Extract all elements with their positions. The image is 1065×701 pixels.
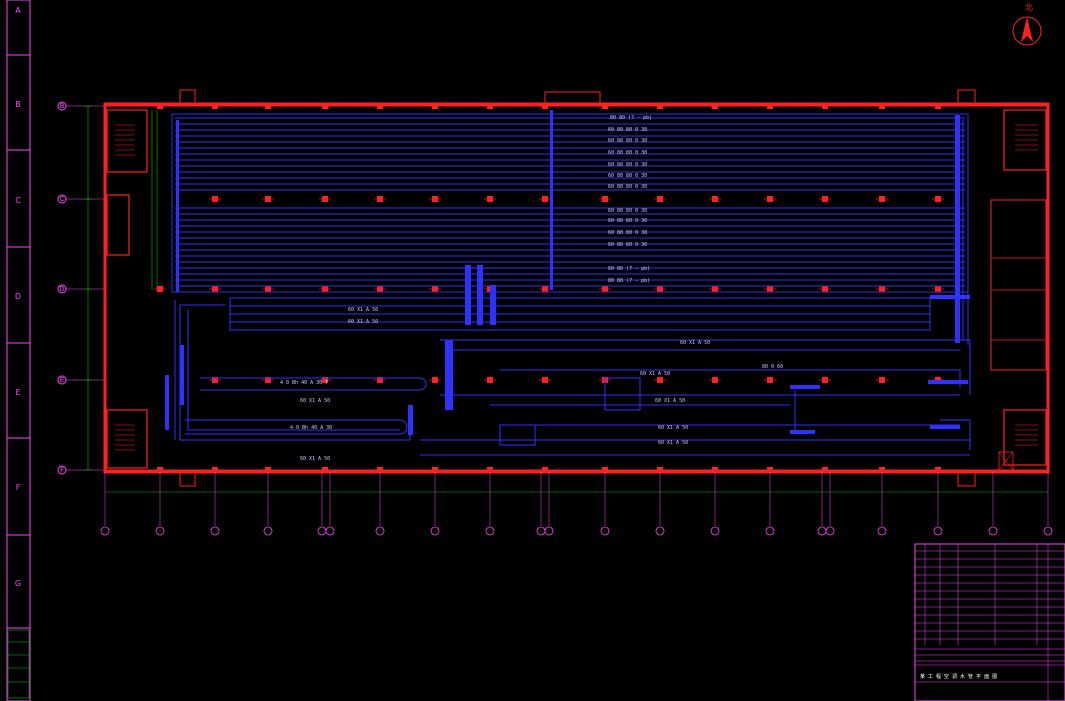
column-axis-bubble [933, 526, 943, 536]
column-axis-bubble [536, 526, 546, 536]
pipe-label: 60 80 80 0 30 [608, 242, 647, 248]
cad-drawing-canvas[interactable]: A B C D E F G 北 B C D E F 80 80 (7 - pb)… [0, 0, 1065, 701]
pipe-label: 60 X1 A 50 [300, 456, 330, 462]
pipe-label: 60 80 80 0 30 [608, 162, 647, 168]
row-letter-d: D [15, 292, 21, 301]
pipe-label: 60 80 80 0 30 [608, 184, 647, 190]
column-axis-bubble [263, 526, 273, 536]
column-axis-bubble [210, 526, 220, 536]
column-axis-bubble [1043, 526, 1053, 536]
column-axis-bubble [375, 526, 385, 536]
column-axis-bubble [817, 526, 827, 536]
column-axis-bubbles [100, 472, 1053, 536]
axis-b: B [60, 102, 65, 110]
axis-c: C [60, 195, 65, 203]
pipe-label: 60 X1 A 50 [348, 319, 378, 325]
pipe-label: 60 80 80 0 30 [608, 173, 647, 179]
pipe-label: 80 0 60 [762, 364, 783, 370]
row-index-strip: A B C D E F G [6, 0, 31, 701]
pipe-label: 4 0 Bh 40 A 30 T [280, 380, 328, 386]
pipe-label: 60 80 80 0 30 [608, 127, 647, 133]
pipe-label: 60 X1 A 50 [655, 398, 685, 404]
drawing-title: 某 工 程 空 调 水 管 平 面 图 [920, 673, 997, 680]
column-axis-bubble [485, 526, 495, 536]
pipe-label: 60 X1 A 50 [348, 307, 378, 313]
axis-e: E [60, 376, 64, 384]
column-axis-bubble [710, 526, 720, 536]
pipe-labels-upper: 80 80 (7 - pb) 60 80 80 0 30 60 80 80 0 … [608, 115, 652, 284]
pipe-label: 60 80 (7 - pb) [608, 266, 650, 272]
pipe-label: 80 80 (7 - pb) [610, 115, 652, 121]
pipe-label: 60 X1 A 50 [680, 340, 710, 346]
row-axis-bubbles: B C D E F [57, 101, 105, 475]
pipe-label: 60 X1 A 50 [640, 371, 670, 377]
pipe-label: 60 80 80 0 30 [608, 138, 647, 144]
title-block: 某 工 程 空 调 水 管 平 面 图 [914, 543, 1065, 701]
pipe-bank-upper [171, 113, 969, 293]
row-letter-a: A [15, 6, 21, 15]
pipe-fittings [165, 110, 970, 435]
column-axis-bubble [155, 526, 165, 536]
axis-f: F [60, 466, 64, 474]
column-axis-bubble [988, 526, 998, 536]
column-axis-bubble [765, 526, 775, 536]
column-axis-bubble [430, 526, 440, 536]
pipe-bank-lower [174, 120, 971, 456]
pipe-labels-middle: 60 X1 A 50 60 X1 A 50 60 X1 A 50 60 X1 A… [348, 307, 710, 377]
pipe-label: 60 80 80 0 30 [608, 150, 647, 156]
pipe-label: 80 80 (7 - pb) [608, 278, 650, 284]
row-letter-f: F [16, 483, 21, 492]
column-axis-bubble [655, 526, 665, 536]
north-label: 北 [1025, 3, 1033, 12]
pipe-label: 60 80 80 0 30 [608, 218, 647, 224]
pipe-label: 60 80 80 0 30 [608, 208, 647, 214]
pipe-label: 60 80 80 0 30 [608, 230, 647, 236]
building-walls [103, 89, 1050, 487]
column-axis-bubble [600, 526, 610, 536]
row-letter-c: C [15, 196, 21, 205]
pipe-label: 60 X1 A 50 [658, 440, 688, 446]
north-arrow-icon: 北 [1012, 3, 1042, 46]
column-axis-bubble [317, 526, 327, 536]
pipe-labels-lower: 4 0 Bh 40 A 30 T 60 X1 A 50 4 0 Bh 40 A … [280, 364, 783, 462]
column-axis-bubble [877, 526, 887, 536]
row-letter-b: B [15, 100, 21, 109]
structural-columns [154, 103, 944, 473]
column-axis-bubble [825, 526, 835, 536]
pipe-label: 60 X1 A 50 [300, 398, 330, 404]
column-axis-bubble [325, 526, 335, 536]
row-letter-g: G [15, 579, 21, 588]
row-letter-e: E [15, 388, 20, 397]
pipe-label: 4 0 Bh 40 A 30 [290, 425, 332, 431]
stair-treads [115, 124, 1038, 451]
column-axis-bubble [544, 526, 554, 536]
pipe-label: 60 X1 A 50 [658, 425, 688, 431]
column-axis-bubble [100, 526, 110, 536]
axis-d: D [59, 285, 64, 293]
